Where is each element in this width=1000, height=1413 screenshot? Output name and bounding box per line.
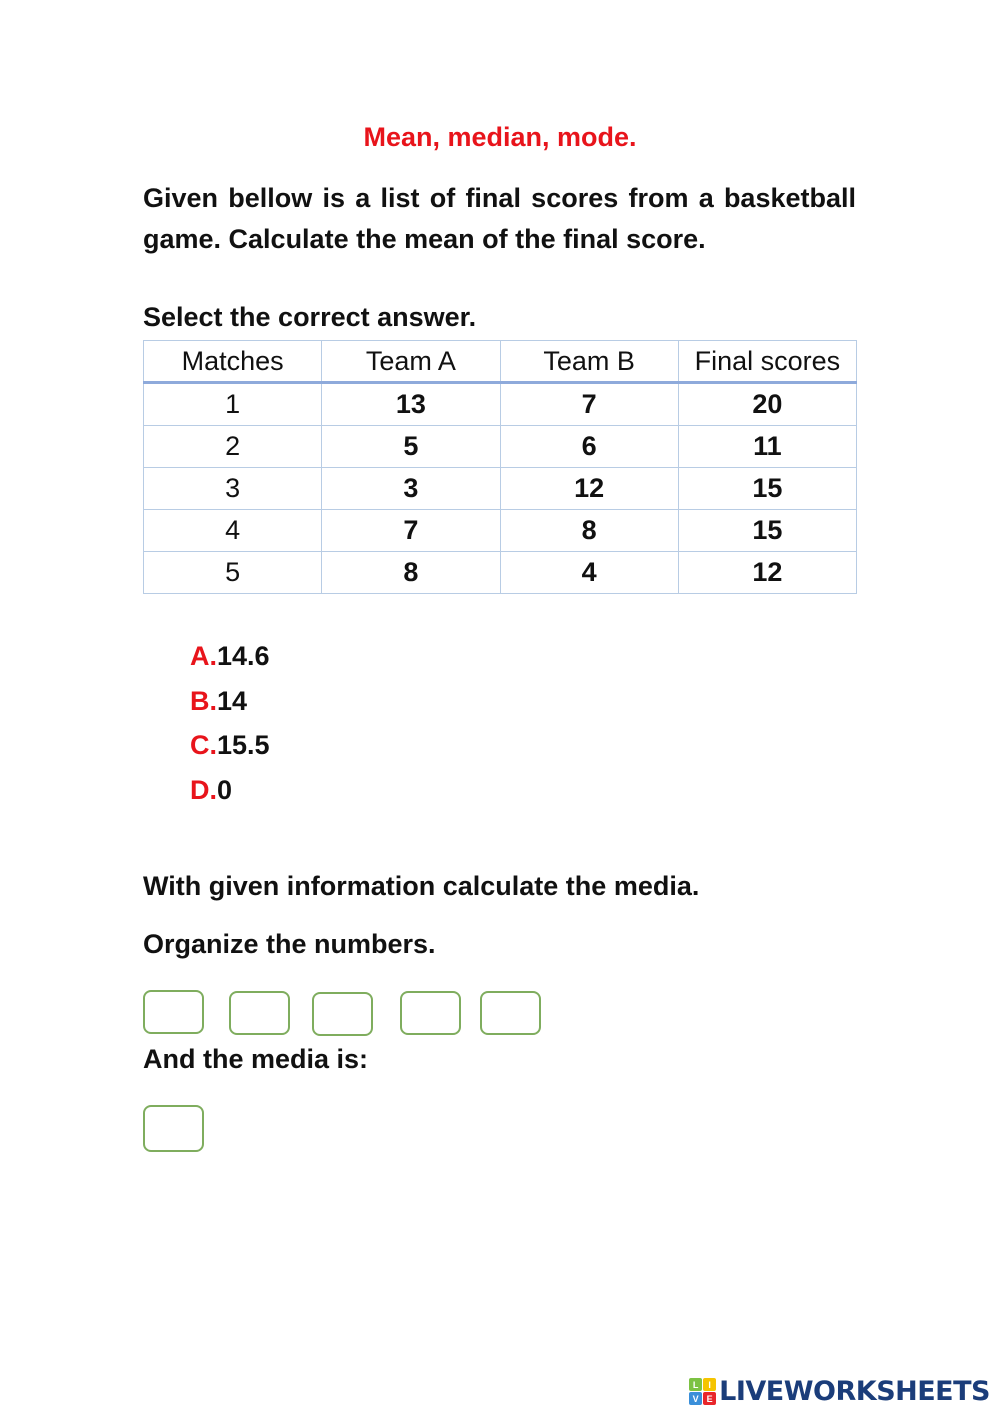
order-answer-box-5[interactable]	[480, 991, 541, 1035]
cell-match: 3	[142, 467, 323, 510]
organize-instruction: Organize the numbers.	[143, 929, 436, 959]
option-value: 14.6	[217, 641, 270, 671]
answer-options: A.14.6 B.14 C.15.5 D.0	[190, 636, 270, 814]
cell-match: 1	[142, 382, 323, 426]
header-final-scores: Final scores	[677, 340, 858, 384]
table-row: 5 8 4 12	[142, 551, 858, 594]
order-answer-box-1[interactable]	[143, 990, 204, 1034]
median-label: And the media is:	[143, 1044, 369, 1074]
option-value: 14	[217, 685, 248, 716]
option-letter: A.	[190, 641, 217, 671]
cell-team-a: 5	[321, 425, 501, 468]
cell-team-b: 12	[499, 467, 679, 510]
liveworksheets-logo: L I V E LIVEWORKSHEETS	[689, 1376, 990, 1407]
scores-table: Matches Team A Team B Final scores 1 13 …	[142, 340, 858, 594]
option-letter: C.	[190, 730, 217, 760]
cell-team-b: 8	[499, 509, 679, 552]
question-text: Given bellow is a list of final scores f…	[143, 183, 856, 254]
header-matches: Matches	[142, 340, 323, 384]
option-a[interactable]: A.14.6	[190, 636, 270, 681]
logo-letter: I	[703, 1378, 717, 1391]
cell-team-b: 6	[499, 425, 679, 468]
median-answer-box[interactable]	[143, 1105, 204, 1152]
option-d[interactable]: D.0	[190, 770, 270, 815]
order-answer-box-2[interactable]	[229, 991, 290, 1035]
table-row: 2 5 6 11	[142, 425, 858, 468]
cell-team-a: 7	[321, 509, 501, 552]
header-team-a: Team A	[321, 340, 501, 384]
cell-match: 5	[142, 551, 323, 594]
cell-final-score: 15	[677, 509, 858, 552]
order-answer-box-4[interactable]	[400, 991, 461, 1035]
header-team-b: Team B	[499, 340, 679, 384]
option-c[interactable]: C.15.5	[190, 725, 270, 770]
logo-icon: L I V E	[689, 1378, 717, 1405]
cell-final-score: 15	[677, 467, 858, 510]
cell-final-score: 11	[677, 425, 858, 468]
cell-final-score: 20	[677, 382, 858, 426]
logo-text: LIVEWORKSHEETS	[719, 1376, 990, 1407]
option-letter: D.	[190, 774, 217, 805]
median-question: With given information calculate the med…	[143, 871, 700, 901]
logo-letter: L	[689, 1378, 703, 1391]
table-header-row: Matches Team A Team B Final scores	[142, 340, 858, 384]
cell-team-b: 4	[499, 551, 679, 594]
cell-team-a: 13	[321, 382, 501, 426]
instruction-text: Select the correct answer.	[143, 302, 477, 332]
logo-letter: E	[703, 1392, 717, 1405]
table-row: 4 7 8 15	[142, 509, 858, 552]
worksheet-title: Mean, median, mode.	[363, 122, 637, 152]
option-b[interactable]: B.14	[190, 681, 270, 726]
option-letter: B.	[190, 685, 217, 716]
order-answer-box-3[interactable]	[312, 992, 373, 1036]
cell-team-a: 3	[321, 467, 501, 510]
logo-letter: V	[689, 1392, 703, 1405]
cell-final-score: 12	[677, 551, 858, 594]
cell-team-b: 7	[499, 382, 679, 426]
table-row: 1 13 7 20	[142, 382, 858, 426]
cell-match: 2	[142, 425, 323, 468]
option-value: 0	[217, 774, 233, 805]
table-row: 3 3 12 15	[142, 467, 858, 510]
cell-match: 4	[142, 509, 323, 552]
cell-team-a: 8	[321, 551, 501, 594]
option-value: 15.5	[217, 730, 270, 760]
